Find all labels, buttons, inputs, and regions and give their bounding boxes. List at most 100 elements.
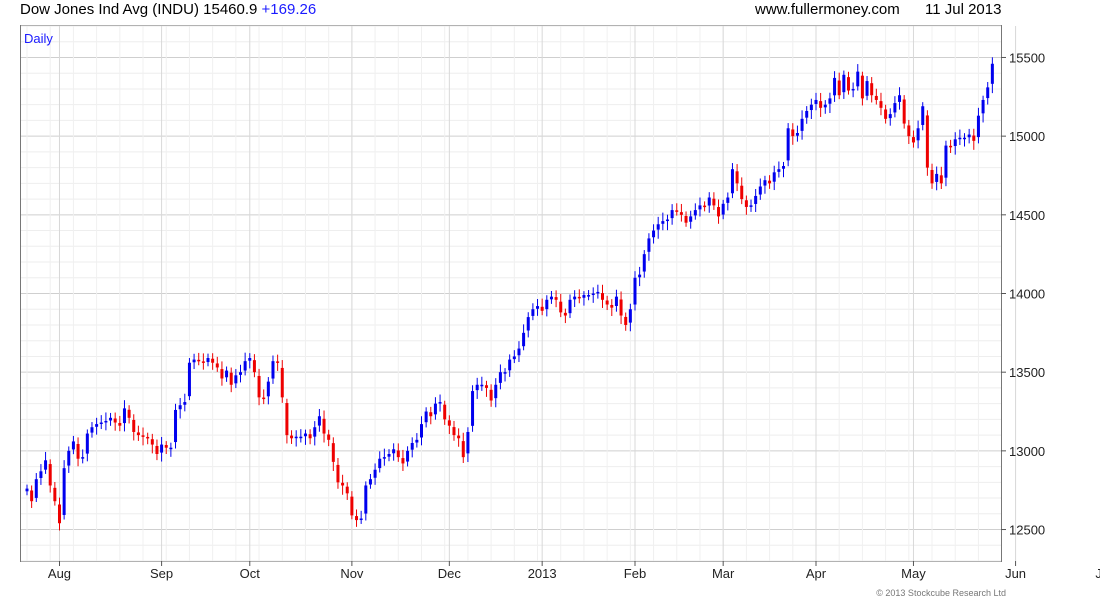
candle-body bbox=[164, 445, 168, 448]
candle-body bbox=[939, 175, 943, 184]
x-tick-label: Jul bbox=[1095, 566, 1100, 581]
candle-body bbox=[670, 210, 674, 219]
candle-body bbox=[633, 277, 637, 305]
candle-body bbox=[642, 254, 646, 272]
candle-body bbox=[749, 205, 753, 207]
candle-body bbox=[141, 435, 145, 437]
candle-body bbox=[169, 447, 173, 450]
candle-body bbox=[842, 74, 846, 93]
candle-body bbox=[62, 468, 66, 515]
copyright-note: © 2013 Stockcube Research Ltd bbox=[876, 588, 1006, 598]
candle-body bbox=[805, 110, 809, 118]
candle-body bbox=[447, 420, 451, 426]
candle-body bbox=[698, 205, 702, 210]
candle-body bbox=[503, 372, 507, 374]
candle-body bbox=[118, 423, 122, 426]
candle-body bbox=[856, 71, 860, 87]
candlestick-chart: Aug Sep Oct Nov Dec 2013 Feb Mar Apr May Jun Jul 125… bbox=[21, 25, 1100, 581]
candle-body bbox=[44, 460, 48, 470]
candle-body bbox=[206, 358, 210, 363]
candle-body bbox=[536, 306, 540, 309]
candle-body bbox=[559, 301, 563, 313]
candle-body bbox=[252, 360, 256, 373]
candle-body bbox=[884, 109, 888, 119]
candle-body bbox=[25, 488, 29, 492]
candle-body bbox=[461, 441, 465, 458]
candle-body bbox=[638, 274, 642, 278]
candle-body bbox=[387, 454, 391, 457]
candle-body bbox=[949, 145, 953, 148]
candle-body bbox=[652, 230, 656, 238]
candle-body bbox=[457, 435, 461, 439]
candle-body bbox=[266, 381, 270, 397]
candle-body bbox=[257, 375, 261, 398]
candle-body bbox=[471, 391, 475, 426]
candle-body bbox=[466, 431, 470, 454]
candle-body bbox=[150, 439, 154, 445]
candle-body bbox=[707, 197, 711, 206]
candle-body bbox=[591, 293, 595, 295]
candle-body bbox=[508, 359, 512, 371]
candle-body bbox=[34, 479, 38, 498]
candle-body bbox=[531, 309, 535, 316]
candle-body bbox=[953, 139, 957, 146]
candle-body bbox=[215, 363, 219, 368]
candle-body bbox=[313, 427, 317, 437]
candle-body bbox=[665, 219, 669, 222]
candle-body bbox=[401, 458, 405, 464]
candle-body bbox=[874, 95, 878, 100]
candle-body bbox=[735, 171, 739, 184]
candle-body bbox=[290, 435, 294, 439]
y-tick-label: 14500 bbox=[1009, 208, 1045, 223]
candle-body bbox=[53, 487, 57, 502]
candle-body bbox=[549, 296, 553, 300]
candle-body bbox=[160, 444, 164, 453]
candle-body bbox=[489, 389, 493, 401]
x-tick-label: Mar bbox=[712, 566, 735, 581]
candle-body bbox=[963, 137, 967, 140]
candle-body bbox=[85, 433, 89, 454]
candle-body bbox=[833, 77, 837, 96]
candle-body bbox=[271, 361, 275, 379]
candle-body bbox=[480, 384, 484, 387]
candle-body bbox=[419, 424, 423, 438]
candle-body bbox=[433, 403, 437, 415]
candle-body bbox=[104, 420, 108, 423]
candle-body bbox=[303, 433, 307, 437]
candle-body bbox=[57, 504, 61, 524]
candle-body bbox=[382, 457, 386, 459]
candle-body bbox=[823, 104, 827, 108]
candle-body bbox=[828, 98, 832, 104]
candle-body bbox=[99, 422, 103, 425]
candle-body bbox=[554, 297, 558, 300]
candle-body bbox=[396, 450, 400, 458]
candle-body bbox=[791, 129, 795, 137]
candle-body bbox=[262, 397, 266, 400]
candle-body bbox=[925, 115, 929, 168]
candle-body bbox=[768, 180, 772, 184]
candle-body bbox=[976, 115, 980, 138]
candle-body bbox=[174, 409, 178, 443]
candle-body bbox=[782, 166, 786, 169]
candle-body bbox=[786, 128, 790, 161]
candle-body bbox=[958, 137, 962, 140]
candle-body bbox=[777, 169, 781, 172]
candle-body bbox=[406, 450, 410, 462]
candle-body bbox=[624, 316, 628, 325]
candle-body bbox=[187, 362, 191, 397]
candle-body bbox=[712, 198, 716, 206]
candle-body bbox=[721, 203, 725, 215]
candle-body bbox=[814, 99, 818, 104]
candle-body bbox=[484, 385, 488, 388]
candle-body bbox=[568, 299, 572, 314]
candle-body bbox=[122, 408, 126, 424]
candle-body bbox=[178, 405, 182, 410]
candle-body bbox=[155, 445, 159, 454]
candle-body bbox=[234, 375, 238, 384]
candle-body bbox=[888, 114, 892, 119]
candle-body bbox=[229, 372, 233, 385]
candle-body bbox=[299, 436, 303, 439]
candle-body bbox=[243, 361, 247, 371]
candle-body bbox=[930, 169, 934, 184]
candle-body bbox=[95, 424, 99, 427]
